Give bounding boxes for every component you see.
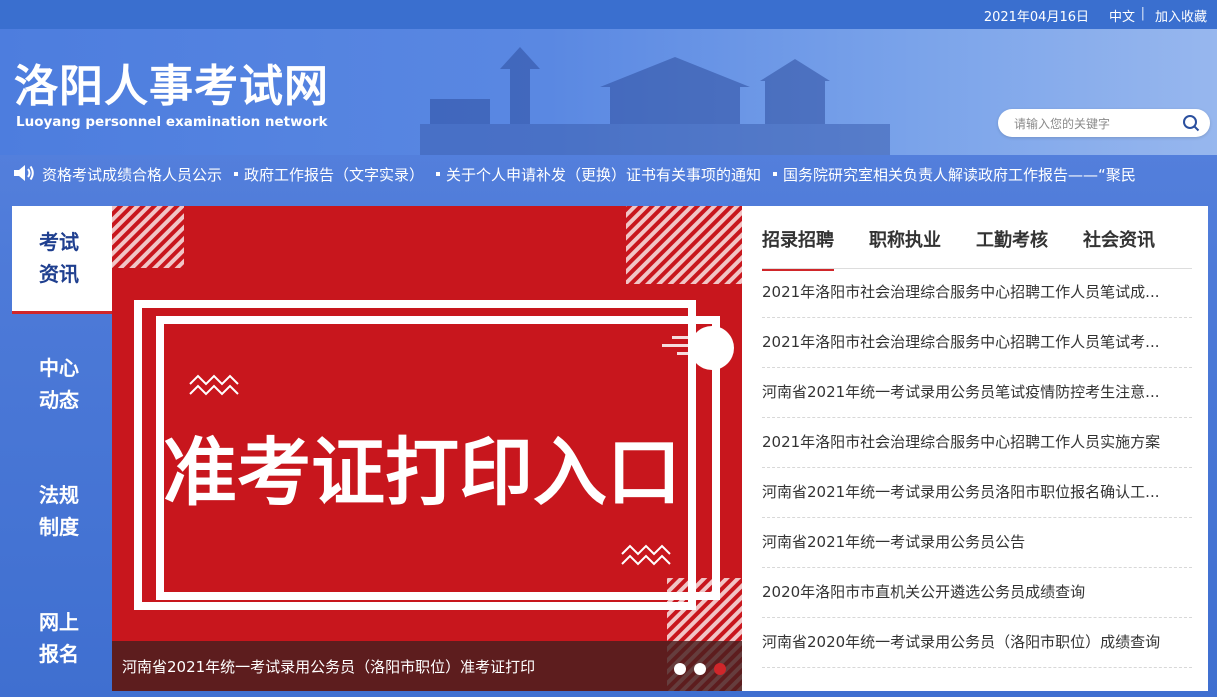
slide-dot[interactable] [674,663,686,675]
news-list: 2021年洛阳市社会治理综合服务中心招聘工作人员笔试成... 2021年洛阳市社… [762,268,1192,668]
search-input[interactable] [1012,113,1176,135]
nav-item-center-news[interactable]: 中心 动态 [12,332,112,437]
slide-caption-bar: 河南省2021年统一考试录用公务员（洛阳市职位）准考证打印 [112,641,742,691]
banner-circle [690,326,734,370]
news-item[interactable]: 2021年洛阳市社会治理综合服务中心招聘工作人员笔试成... [762,268,1192,318]
stripe-pattern [112,206,184,268]
site-title[interactable]: 洛阳人事考试网 [14,59,329,115]
add-favorite-link[interactable]: 加入收藏 [1155,6,1207,25]
tab-social-news[interactable]: 社会资讯 [1083,226,1155,269]
current-date: 2021年04月16日 [983,10,1089,25]
nav-item-exam-news[interactable]: 考试 资讯 [12,206,112,314]
news-item[interactable]: 河南省2021年统一考试录用公务员笔试疫情防控考生注意... [762,368,1192,418]
banner-image: 准考证打印入口 [112,206,742,691]
speaker-icon [14,165,34,181]
ticker-item[interactable]: 政府工作报告（文字实录） [228,164,424,185]
news-item[interactable]: 河南省2021年统一考试录用公务员洛阳市职位报名确认工... [762,468,1192,518]
nav-item-online-registration[interactable]: 网上 报名 [12,586,112,691]
slide-caption[interactable]: 河南省2021年统一考试录用公务员（洛阳市职位）准考证打印 [122,656,535,677]
site-header: 洛阳人事考试网 Luoyang personnel examination ne… [0,29,1217,155]
site-subtitle: Luoyang personnel examination network [16,114,328,130]
ticker-item[interactable]: 关于个人申请补发（更换）证书有关事项的通知 [430,164,761,185]
news-item[interactable]: 2021年洛阳市社会治理综合服务中心招聘工作人员笔试考... [762,318,1192,368]
slide-pagination [666,660,726,679]
ticker-item[interactable]: 资格考试成绩合格人员公示 [42,164,222,185]
ticker-items: 资格考试成绩合格人员公示 政府工作报告（文字实录） 关于个人申请补发（更换）证书有关… [42,164,1142,185]
news-panel: 招录招聘 职称执业 工勤考核 社会资讯 2021年洛阳市社会治理综合服务中心招聘… [742,206,1208,691]
news-item[interactable]: 2021年洛阳市社会治理综合服务中心招聘工作人员实施方案 [762,418,1192,468]
search-box [998,109,1210,137]
tab-professional-titles[interactable]: 职称执业 [869,226,941,269]
news-tabs: 招录招聘 职称执业 工勤考核 社会资讯 [762,206,1192,271]
tab-worker-assessment[interactable]: 工勤考核 [976,226,1048,269]
ticker-item[interactable]: 国务院研究室相关负责人解读政府工作报告——“聚民 [767,164,1136,185]
news-item[interactable]: 河南省2020年统一考试录用公务员（洛阳市职位）成绩查询 [762,618,1192,668]
left-nav: 考试 资讯 中心 动态 法规 制度 网上 报名 [12,206,112,697]
divider: | [1140,6,1145,21]
slide-dot[interactable] [694,663,706,675]
slide-dot-active[interactable] [714,663,726,675]
news-item[interactable]: 河南省2021年统一考试录用公务员公告 [762,518,1192,568]
banner-slider[interactable]: 准考证打印入口 河南省2021年统一考试录用公务员（洛阳市职位）准考证打印 [112,206,742,691]
news-item[interactable]: 2020年洛阳市市直机关公开遴选公务员成绩查询 [762,568,1192,618]
search-icon[interactable] [1182,114,1200,132]
tab-recruitment[interactable]: 招录招聘 [762,226,834,271]
stripe-pattern [626,206,742,284]
banner-headline: 准考证打印入口 [163,430,681,516]
news-ticker: 资格考试成绩合格人员公示 政府工作报告（文字实录） 关于个人申请补发（更换）证书有关… [0,155,1217,193]
language-link[interactable]: 中文 [1109,6,1135,25]
city-skyline-illustration [420,47,890,155]
top-bar: 2021年04月16日 中文 | 加入收藏 [0,0,1217,29]
nav-item-regulations[interactable]: 法规 制度 [12,459,112,564]
